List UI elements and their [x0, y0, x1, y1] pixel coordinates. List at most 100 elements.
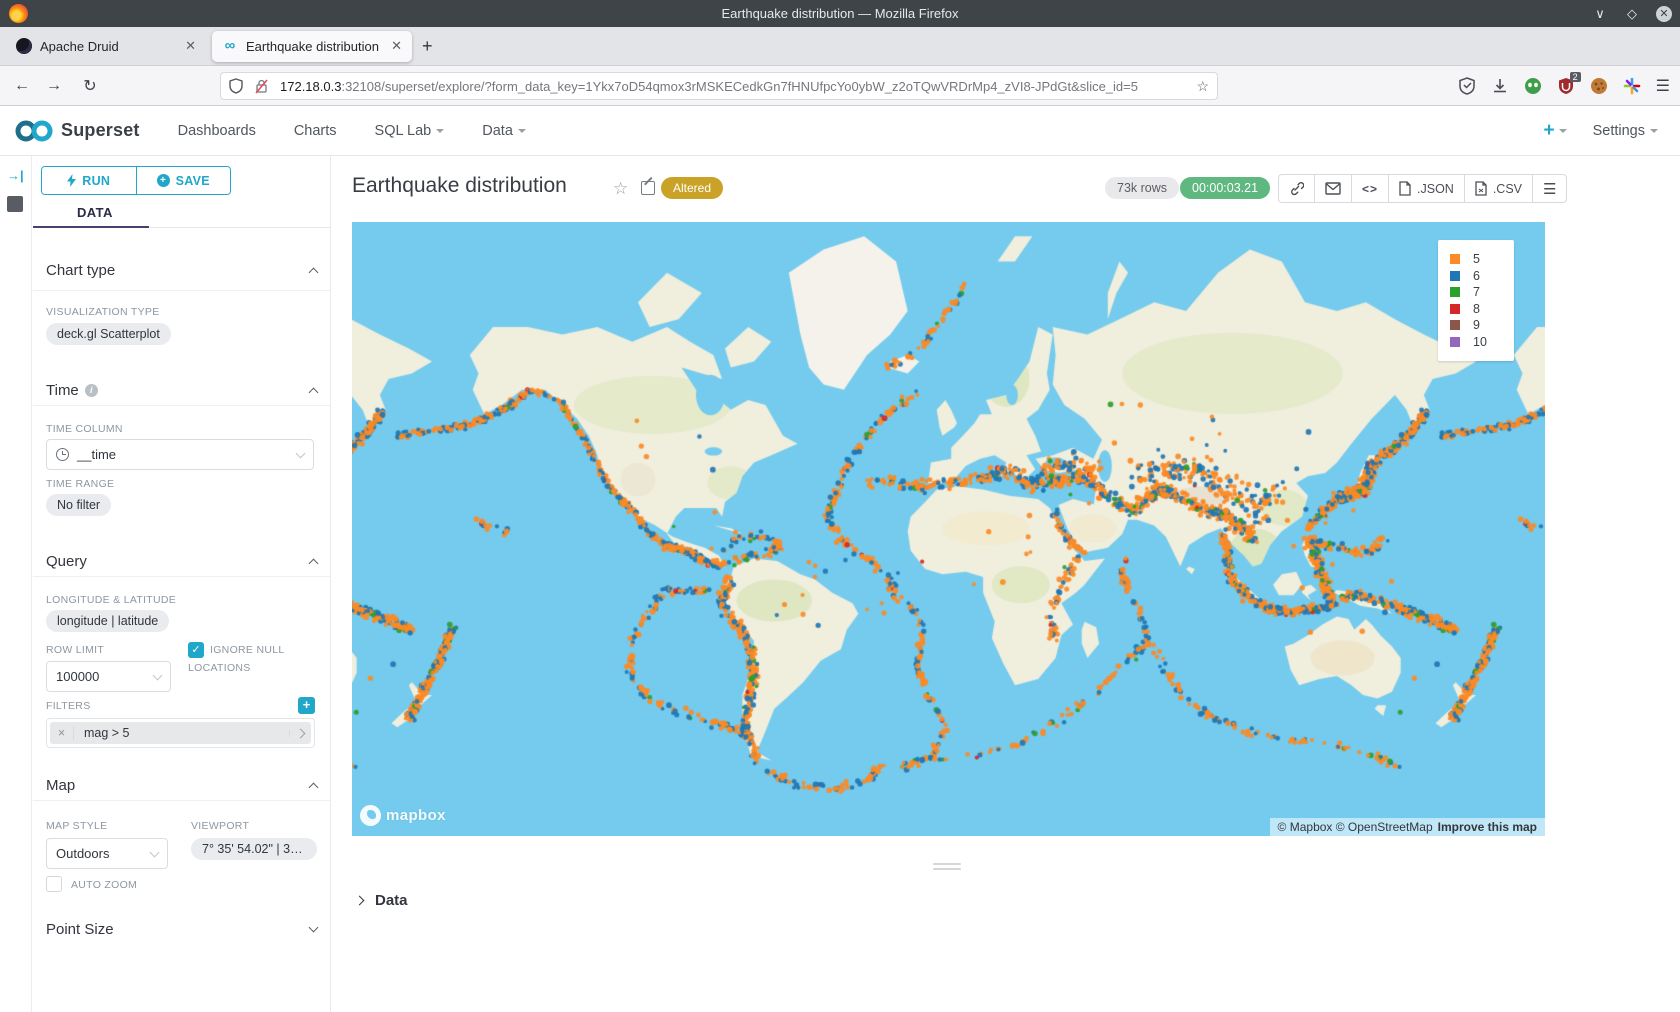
window-titlebar: Earthquake distribution — Mozilla Firefo… — [0, 0, 1680, 27]
legend-item[interactable]: 10 — [1450, 334, 1502, 351]
email-button[interactable] — [1314, 175, 1351, 202]
legend-swatch-icon — [1450, 337, 1460, 347]
time-column-select[interactable]: __time — [46, 439, 314, 470]
url-host: 172.18.0.3 — [280, 79, 341, 94]
share-link-button[interactable] — [1279, 175, 1314, 202]
add-filter-button[interactable]: + — [298, 697, 315, 714]
chevron-down-icon — [518, 129, 526, 133]
pocket-shield-icon[interactable] — [1458, 77, 1476, 95]
section-query[interactable]: Query — [46, 546, 317, 576]
clock-icon — [56, 448, 69, 461]
export-json-button[interactable]: .JSON — [1388, 175, 1464, 202]
chevron-right-icon — [355, 896, 365, 906]
filter-chip[interactable]: × mag > 5 — [50, 722, 311, 744]
legend-label: 7 — [1473, 285, 1480, 299]
cookie-extension-icon[interactable] — [1590, 77, 1608, 95]
run-button[interactable]: RUN — [42, 167, 136, 194]
url-path: :32108/superset/explore/?form_data_key=1… — [341, 79, 1188, 94]
section-point-size[interactable]: Point Size — [46, 914, 317, 944]
lightning-icon — [67, 174, 76, 187]
row-limit-select[interactable]: 100000 — [46, 661, 171, 692]
new-tab-button[interactable]: + — [422, 36, 433, 57]
window-minimize-icon[interactable]: ∨ — [1592, 6, 1608, 22]
tab-close-icon[interactable]: ✕ — [391, 38, 402, 54]
viewport-value[interactable]: 7° 35' 54.02" | 31... — [191, 838, 317, 860]
section-time[interactable]: Timei — [46, 375, 317, 405]
nav-charts[interactable]: Charts — [294, 123, 337, 139]
tracking-shield-icon[interactable] — [229, 78, 243, 94]
url-bar[interactable]: 172.18.0.3:32108/superset/explore/?form_… — [220, 72, 1218, 100]
ignore-null-checkbox[interactable]: ✓ — [188, 642, 204, 658]
chevron-down-icon — [296, 448, 306, 458]
nav-dashboards[interactable]: Dashboards — [178, 123, 256, 139]
map-container[interactable]: 567 89 10 mapbox © Mapbox © OpenStreetMap … — [352, 222, 1545, 836]
remove-filter-icon[interactable]: × — [50, 726, 74, 740]
app-navbar: Superset Dashboards Charts SQL Lab Data … — [0, 106, 1680, 156]
mapbox-circle-icon — [360, 805, 381, 826]
favorite-star-icon[interactable]: ☆ — [613, 179, 628, 199]
window-close-icon[interactable]: ✕ — [1656, 6, 1672, 22]
dataset-grid-icon[interactable] — [7, 196, 23, 212]
druid-favicon-icon — [16, 38, 32, 54]
export-csv-button[interactable]: .CSV — [1464, 175, 1532, 202]
filter-value: mag > 5 — [74, 726, 289, 740]
legend-item[interactable]: 6 — [1450, 268, 1502, 285]
lonlat-label: LONGITUDE & LATITUDE — [46, 594, 176, 606]
legend-label: 9 — [1473, 318, 1480, 332]
nav-sql-lab[interactable]: SQL Lab — [375, 123, 445, 139]
deckgl-scatter-map[interactable] — [352, 222, 1545, 836]
brand-name: Superset — [61, 120, 140, 141]
panel-resize-handle[interactable] — [933, 863, 961, 872]
map-style-select[interactable]: Outdoors — [46, 838, 168, 869]
chevron-up-icon — [309, 558, 319, 568]
back-icon[interactable]: ← — [8, 77, 36, 95]
superset-logo[interactable]: Superset — [14, 119, 140, 143]
improve-map-link[interactable]: Improve this map — [1438, 820, 1537, 834]
map-legend: 567 89 10 — [1438, 240, 1514, 361]
legend-label: 10 — [1473, 335, 1487, 349]
legend-item[interactable]: 5 — [1450, 251, 1502, 268]
map-attribution: © Mapbox © OpenStreetMap Improve this ma… — [1270, 818, 1545, 836]
pinwheel-extension-icon[interactable] — [1623, 77, 1641, 95]
chevron-right-icon[interactable] — [289, 730, 311, 737]
viewport-label: VIEWPORT — [191, 820, 249, 832]
ignore-null-label2: LOCATIONS — [188, 662, 251, 674]
menu-icon[interactable]: ☰ — [1656, 76, 1670, 96]
bookmark-star-icon[interactable]: ☆ — [1196, 78, 1209, 95]
nav-data[interactable]: Data — [482, 123, 526, 139]
auto-zoom-checkbox[interactable] — [46, 876, 62, 892]
time-range-value[interactable]: No filter — [46, 494, 111, 516]
data-panel-toggle[interactable]: Data — [356, 892, 408, 909]
envelope-icon — [1325, 182, 1341, 195]
embed-code-button[interactable]: <> — [1351, 175, 1388, 202]
tab-apache-druid[interactable]: Apache Druid ✕ — [6, 31, 206, 62]
lonlat-value[interactable]: longitude | latitude — [46, 610, 169, 632]
add-new-button[interactable]: + — [1543, 120, 1566, 142]
legend-item[interactable]: 8 — [1450, 301, 1502, 318]
tab-earthquake-distribution[interactable]: ∞ Earthquake distribution ✕ — [212, 31, 412, 62]
chart-menu-button[interactable]: ☰ — [1532, 175, 1566, 202]
settings-menu[interactable]: Settings — [1593, 123, 1658, 139]
save-circle-icon: + — [157, 174, 170, 187]
attribution-text: © Mapbox © OpenStreetMap — [1278, 820, 1433, 834]
collapse-panel-icon[interactable]: →| — [7, 168, 24, 183]
section-chart-type[interactable]: Chart type — [46, 255, 317, 285]
chevron-up-icon — [309, 267, 319, 277]
tab-close-icon[interactable]: ✕ — [185, 38, 196, 54]
export-button-group: <> .JSON .CSV ☰ — [1278, 174, 1567, 203]
insecure-lock-icon[interactable] — [255, 79, 268, 94]
legend-item[interactable]: 7 — [1450, 284, 1502, 301]
window-maximize-icon[interactable]: ◇ — [1624, 6, 1640, 22]
panel-tab-data[interactable]: DATA — [33, 200, 330, 228]
viz-type-value[interactable]: deck.gl Scatterplot — [46, 323, 171, 345]
ublock-icon[interactable]: 2 — [1557, 77, 1575, 95]
reload-icon[interactable]: ↻ — [76, 76, 104, 96]
downloads-icon[interactable] — [1491, 77, 1509, 95]
legend-item[interactable]: 9 — [1450, 317, 1502, 334]
save-button[interactable]: + SAVE — [136, 167, 231, 194]
edit-title-icon[interactable] — [641, 181, 655, 195]
forward-icon[interactable]: → — [40, 77, 68, 95]
privacy-extension-icon[interactable] — [1524, 77, 1542, 95]
mapbox-logo[interactable]: mapbox — [360, 805, 446, 826]
section-map[interactable]: Map — [46, 770, 317, 800]
